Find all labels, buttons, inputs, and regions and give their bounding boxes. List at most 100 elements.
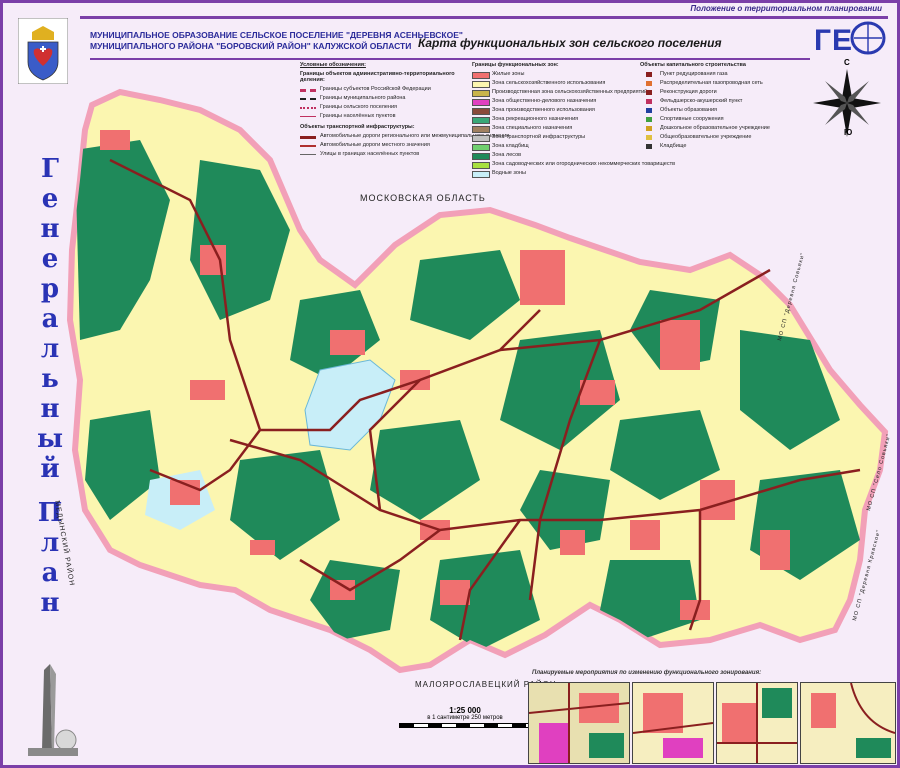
insets-panel: Планируемые мероприятия по изменению фун… <box>528 670 896 764</box>
legend-item: Границы муниципального района <box>300 95 460 102</box>
inset-2 <box>632 682 714 764</box>
legend-zone-item: Зона рекреационного назначения <box>472 116 632 124</box>
legend-item-label: Границы муниципального района <box>320 95 406 101</box>
legend-item: Автомобильные дороги местного значения <box>300 142 460 149</box>
inset-4 <box>800 682 896 764</box>
scale-sub: в 1 сантиметре 250 метров <box>427 715 503 721</box>
legend-object-icon <box>646 108 652 113</box>
legend-swatch <box>472 144 490 151</box>
legend-zone-item: Зона производственного использования <box>472 107 632 115</box>
compass-south: Ю <box>844 128 853 137</box>
legend-object-label: Реконструкция дороги <box>660 89 717 95</box>
legend-object-label: Распределительная газопроводная сеть <box>660 80 763 86</box>
legend-line-symbol <box>300 89 316 92</box>
legend-zone-item: Производственная зона сельскохозяйственн… <box>472 89 647 97</box>
legend-zone-label: Зона лесов <box>492 152 522 158</box>
legend-swatch <box>472 72 490 79</box>
scale-bar: 1:25 000 в 1 сантиметре 250 метров <box>395 706 535 730</box>
legend-transport-title: Объекты транспортной инфраструктуры: <box>300 124 415 130</box>
legend-zones-title: Границы функциональных зон: <box>472 62 559 68</box>
legend-title: Условные обозначения: <box>300 62 366 68</box>
legend-object-item: Объекты образования <box>640 107 815 114</box>
legend-object-icon <box>646 135 652 140</box>
legend-item-label: Улицы в границах населённых пунктов <box>320 151 420 157</box>
legend-zone-label: Зона специального назначения <box>492 125 573 131</box>
scale-value: 1:25 000 <box>449 706 481 715</box>
legend-item: Автомобильные дороги регионального или м… <box>300 133 509 140</box>
legend-zone-label: Зона рекреационного назначения <box>492 116 579 122</box>
legend-zone-label: Зона сельскохозяйственного использования <box>492 80 606 86</box>
legend-zone-label: Водные зоны <box>492 170 526 176</box>
legend-object-item: Общеобразовательное учреждение <box>640 134 815 141</box>
legend-zone-label: Зона общественно-делового назначения <box>492 98 597 104</box>
legend-item: Границы субъектов Российской Федерации <box>300 86 460 93</box>
label-moscow-region: МОСКОВСКАЯ ОБЛАСТЬ <box>360 193 486 203</box>
legend-item: Улицы в границах населённых пунктов <box>300 151 460 158</box>
legend-zone-item: Зона транспортной инфраструктуры <box>472 134 632 142</box>
legend-object-icon <box>646 72 652 77</box>
legend-line-symbol <box>300 116 316 117</box>
legend-swatch <box>472 90 490 97</box>
scale-bar-graphic <box>399 723 531 728</box>
legend-item-label: Границы субъектов Российской Федерации <box>320 86 431 92</box>
legend-zone-item: Зона сельскохозяйственного использования <box>472 80 632 88</box>
legend-zone-item: Зона лесов <box>472 152 632 160</box>
legend-object-icon <box>646 117 652 122</box>
legend-object-label: Кладбище <box>660 143 687 149</box>
legend-item: Границы сельского поселения <box>300 104 460 111</box>
legend-zone-label: Производственная зона сельскохозяйственн… <box>492 89 648 95</box>
legend-zone-item: Жилые зоны <box>472 71 632 79</box>
legend-object-item: Фельдшерско-акушерский пункт <box>640 98 815 105</box>
legend-object-item: Пункт редуцирования газа <box>640 71 815 78</box>
legend-object-label: Дошкольное образовательное учреждение <box>660 125 770 131</box>
legend-object-label: Пункт редуцирования газа <box>660 71 728 77</box>
legend-object-icon <box>646 99 652 104</box>
insets-caption: Планируемые мероприятия по изменению фун… <box>532 670 762 676</box>
legend-object-item: Кладбище <box>640 143 815 150</box>
legend-zone-label: Жилые зоны <box>492 71 525 77</box>
legend-zone-item: Зона общественно-делового назначения <box>472 98 632 106</box>
legend-swatch <box>472 153 490 160</box>
legend-item-label: Границы сельского поселения <box>320 104 397 110</box>
legend: Условные обозначения: Границы объектов а… <box>300 62 820 182</box>
legend-line-symbol <box>300 145 316 147</box>
legend-object-icon <box>646 126 652 131</box>
legend-zone-item: Зона кладбищ <box>472 143 632 151</box>
legend-object-label: Фельдшерско-акушерский пункт <box>660 98 743 104</box>
legend-boundaries-title: Границы объектов административно-террито… <box>300 71 455 83</box>
legend-swatch <box>472 135 490 142</box>
legend-zone-label: Зона производственного использования <box>492 107 595 113</box>
inset-3 <box>716 682 798 764</box>
legend-item-label: Границы населённых пунктов <box>320 113 396 119</box>
legend-object-item: Распределительная газопроводная сеть <box>640 80 815 87</box>
legend-swatch <box>472 99 490 106</box>
legend-swatch <box>472 117 490 124</box>
legend-objects-title: Объекты капитального строительства <box>640 62 746 68</box>
legend-line-symbol <box>300 107 316 109</box>
legend-object-item: Реконструкция дороги <box>640 89 815 96</box>
legend-line-symbol <box>300 136 316 139</box>
legend-object-label: Спортивные сооружения <box>660 116 724 122</box>
legend-zone-item: Зона садоводческих или огороднических не… <box>472 161 675 169</box>
legend-zone-label: Зона транспортной инфраструктуры <box>492 134 586 140</box>
legend-object-label: Объекты образования <box>660 107 718 113</box>
legend-zone-label: Зона садоводческих или огороднических не… <box>492 161 676 167</box>
legend-object-item: Спортивные сооружения <box>640 116 815 123</box>
legend-item: Границы населённых пунктов <box>300 113 460 120</box>
legend-swatch <box>472 171 490 178</box>
compass-north: С <box>844 58 850 67</box>
legend-object-label: Общеобразовательное учреждение <box>660 134 752 140</box>
legend-zone-item: Водные зоны <box>472 170 632 178</box>
inset-1 <box>528 682 630 764</box>
legend-object-icon <box>646 144 652 149</box>
legend-object-icon <box>646 81 652 86</box>
legend-swatch <box>472 81 490 88</box>
legend-line-symbol <box>300 98 316 100</box>
legend-item-label: Автомобильные дороги местного значения <box>320 142 430 148</box>
legend-line-symbol <box>300 154 316 155</box>
legend-swatch <box>472 108 490 115</box>
legend-zone-item: Зона специального назначения <box>472 125 632 133</box>
legend-swatch <box>472 126 490 133</box>
legend-zone-label: Зона кладбищ <box>492 143 529 149</box>
legend-object-item: Дошкольное образовательное учреждение <box>640 125 815 132</box>
